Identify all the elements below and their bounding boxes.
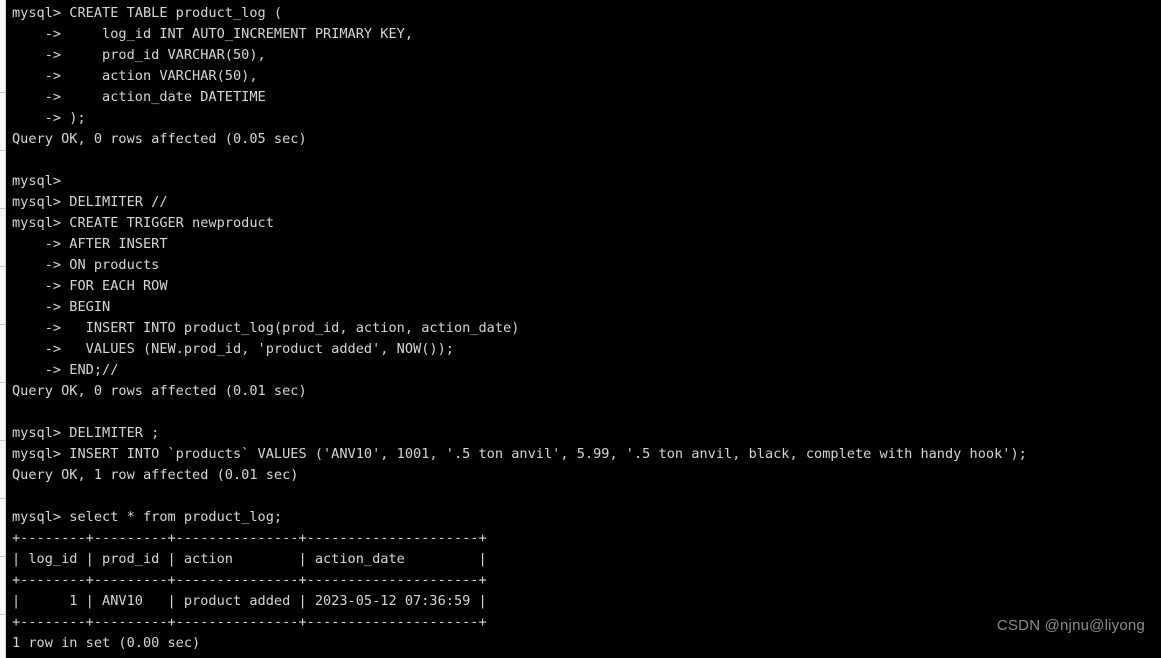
gutter-tick bbox=[0, 92, 5, 93]
gutter-tick bbox=[0, 266, 5, 267]
result-table-border-mid: +--------+---------+---------------+----… bbox=[12, 572, 487, 588]
terminal-line: Query OK, 0 rows affected (0.01 sec) bbox=[12, 383, 307, 399]
terminal-line: mysql> DELIMITER // bbox=[12, 194, 168, 210]
result-row-count: 1 row in set (0.00 sec) bbox=[12, 635, 201, 651]
gutter-tick bbox=[0, 614, 5, 615]
gutter-tick bbox=[0, 208, 5, 209]
result-table-border-bottom: +--------+---------+---------------+----… bbox=[12, 614, 487, 630]
terminal-line: -> log_id INT AUTO_INCREMENT PRIMARY KEY… bbox=[12, 26, 414, 42]
terminal-line: mysql> bbox=[12, 173, 62, 189]
terminal-line: Query OK, 0 rows affected (0.05 sec) bbox=[12, 131, 307, 147]
gutter-tick bbox=[0, 324, 5, 325]
terminal-line: -> BEGIN bbox=[12, 299, 111, 315]
csdn-watermark: CSDN @njnu@liyong bbox=[996, 617, 1145, 634]
screenshot-root: mysql> CREATE TABLE product_log ( -> log… bbox=[0, 0, 1161, 658]
terminal-line: mysql> select * from product_log; bbox=[12, 509, 283, 525]
gutter-tick bbox=[0, 150, 5, 151]
terminal-output[interactable]: mysql> CREATE TABLE product_log ( -> log… bbox=[6, 0, 1161, 658]
terminal-line: mysql> CREATE TRIGGER newproduct bbox=[12, 215, 274, 231]
terminal-line: -> INSERT INTO product_log(prod_id, acti… bbox=[12, 320, 520, 336]
gutter-tick bbox=[0, 440, 5, 441]
terminal-line: -> VALUES (NEW.prod_id, 'product added',… bbox=[12, 341, 454, 357]
terminal-line: -> END;// bbox=[12, 362, 119, 378]
terminal-line: -> action_date DATETIME bbox=[12, 89, 266, 105]
gutter-tick bbox=[0, 498, 5, 499]
result-table-header: | log_id | prod_id | action | action_dat… bbox=[12, 551, 487, 567]
terminal-line: mysql> CREATE TABLE product_log ( bbox=[12, 5, 283, 21]
terminal-line: Query OK, 1 row affected (0.01 sec) bbox=[12, 467, 299, 483]
result-table-border-top: +--------+---------+---------------+----… bbox=[12, 530, 487, 546]
terminal-line: -> ON products bbox=[12, 257, 160, 273]
terminal-line: mysql> INSERT INTO `products` VALUES ('A… bbox=[12, 446, 1027, 462]
gutter-tick bbox=[0, 382, 5, 383]
terminal-line: -> ); bbox=[12, 110, 86, 126]
gutter-tick bbox=[0, 556, 5, 557]
terminal-line: -> FOR EACH ROW bbox=[12, 278, 168, 294]
result-table-row: | 1 | ANV10 | product added | 2023-05-12… bbox=[12, 593, 487, 609]
terminal-line: -> prod_id VARCHAR(50), bbox=[12, 47, 266, 63]
terminal-line: mysql> DELIMITER ; bbox=[12, 425, 160, 441]
terminal-line: -> action VARCHAR(50), bbox=[12, 68, 258, 84]
terminal-line: -> AFTER INSERT bbox=[12, 236, 168, 252]
